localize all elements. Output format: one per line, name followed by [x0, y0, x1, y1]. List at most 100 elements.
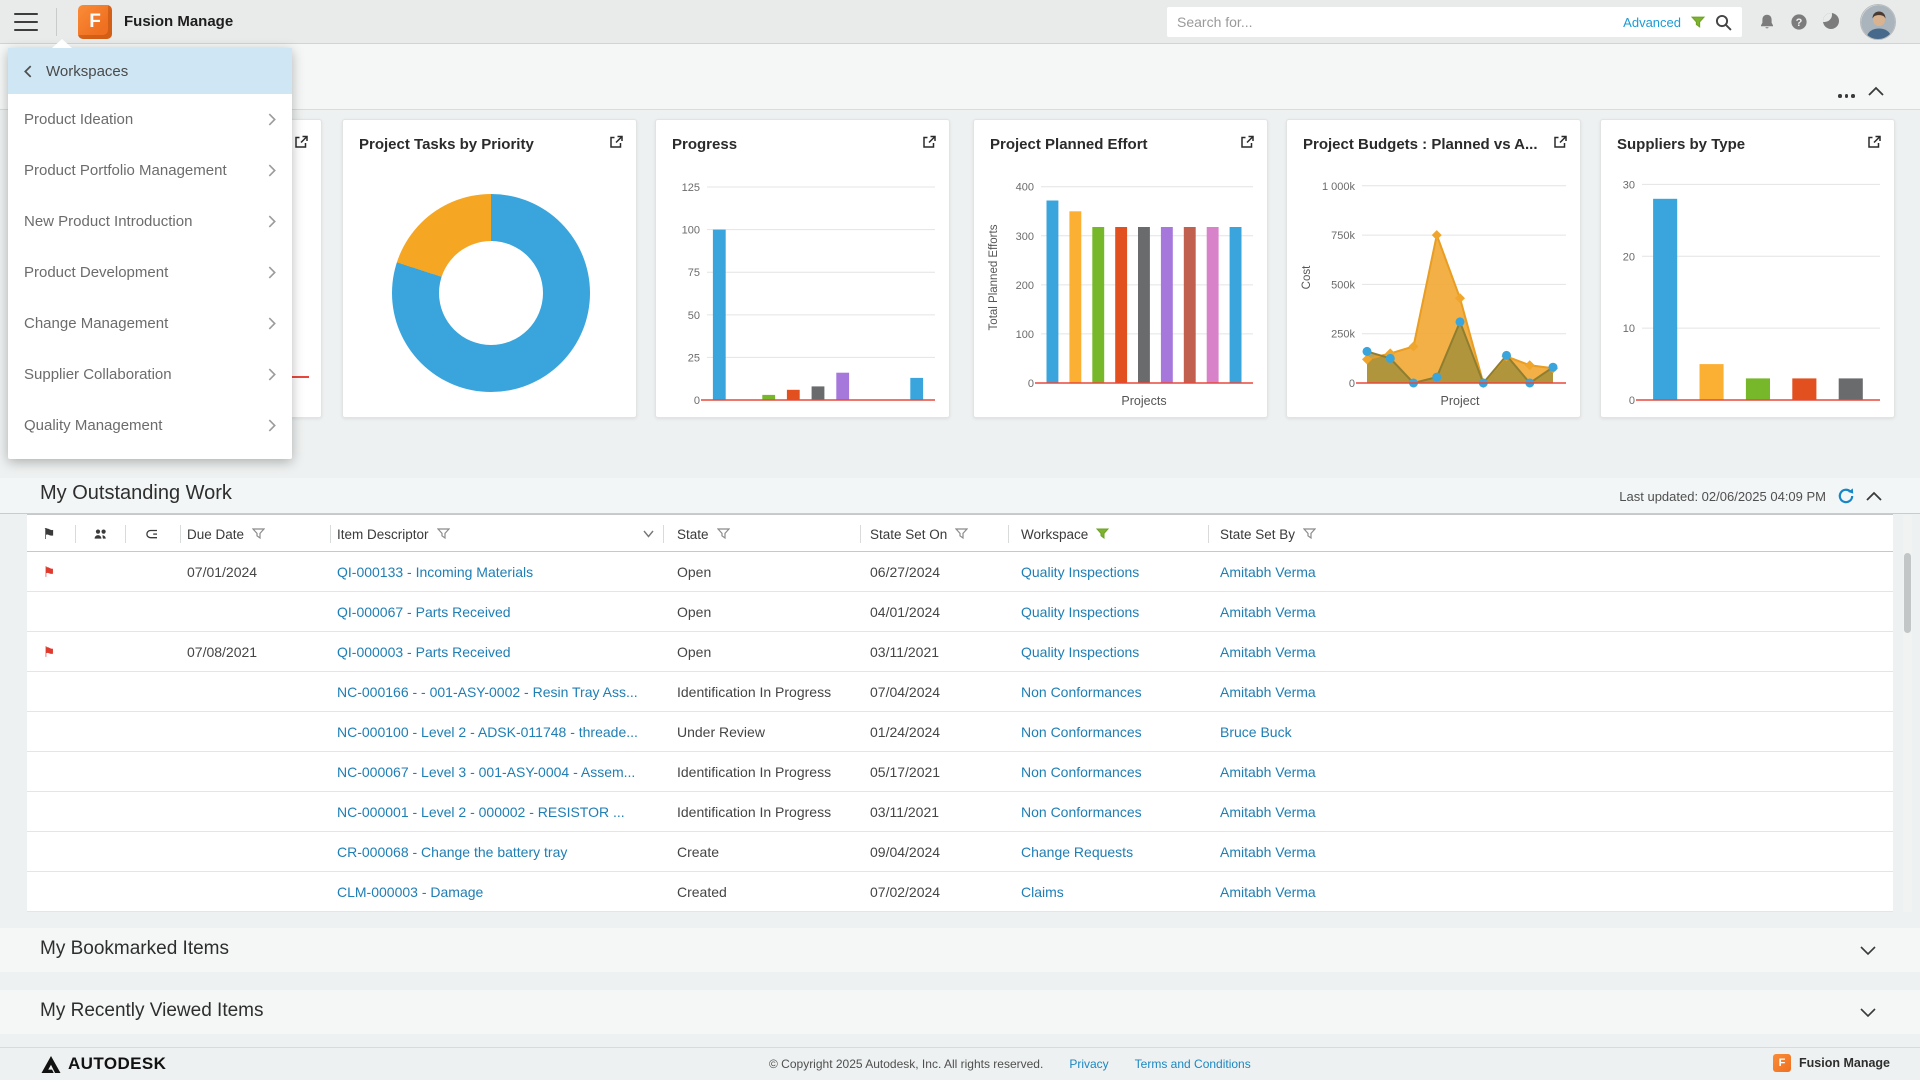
dashboard-more-icon[interactable]	[1834, 90, 1859, 102]
search-box[interactable]: Search for... Advanced	[1167, 7, 1742, 37]
filter-icon[interactable]	[437, 528, 450, 540]
column-state-set-by[interactable]: State Set By	[1220, 515, 1316, 553]
item-descriptor-link[interactable]: QI-000133 - Incoming Materials	[337, 552, 533, 592]
scrollbar-thumb[interactable]	[1904, 553, 1911, 633]
workspace-link[interactable]: Non Conformances	[1021, 672, 1142, 712]
column-item-descriptor[interactable]: Item Descriptor	[337, 515, 450, 553]
workspace-link[interactable]: Non Conformances	[1021, 792, 1142, 832]
menu-item-product-portfolio-management[interactable]: Product Portfolio Management	[8, 145, 292, 196]
menu-item-supplier-collaboration[interactable]: Supplier Collaboration	[8, 349, 292, 400]
due-date-cell: 07/01/2024	[187, 552, 257, 592]
item-descriptor-link[interactable]: QI-000067 - Parts Received	[337, 592, 511, 632]
main-menu-button[interactable]	[14, 13, 38, 31]
column-state-set-on[interactable]: State Set On	[870, 515, 968, 553]
state-set-by-link[interactable]: Amitabh Verma	[1220, 672, 1316, 712]
filter-icon[interactable]	[717, 528, 730, 540]
privacy-link[interactable]: Privacy	[1069, 1057, 1108, 1071]
state-cell: Open	[677, 592, 711, 632]
menu-item-product-ideation[interactable]: Product Ideation	[8, 94, 292, 145]
state-set-by-link[interactable]: Amitabh Verma	[1220, 792, 1316, 832]
flag-column-icon[interactable]: ⚑	[35, 515, 63, 553]
notifications-bell-icon[interactable]	[1758, 13, 1776, 31]
workspace-link[interactable]: Non Conformances	[1021, 712, 1142, 752]
table-row[interactable]: CLM-000003 - Damage Created 07/02/2024 C…	[27, 872, 1893, 912]
state-set-by-link[interactable]: Amitabh Verma	[1220, 872, 1316, 912]
advanced-filter-icon[interactable]	[1691, 16, 1705, 29]
state-set-by-link[interactable]: Amitabh Verma	[1220, 752, 1316, 792]
item-descriptor-link[interactable]: QI-000003 - Parts Received	[337, 632, 511, 672]
external-link-icon[interactable]	[1866, 134, 1882, 150]
external-link-icon[interactable]	[293, 134, 309, 150]
svg-text:75: 75	[688, 267, 700, 279]
user-avatar[interactable]	[1860, 4, 1896, 40]
state-set-by-link[interactable]: Amitabh Verma	[1220, 592, 1316, 632]
item-descriptor-link[interactable]: CR-000068 - Change the battery tray	[337, 832, 567, 872]
state-cell: Open	[677, 552, 711, 592]
state-column-icon[interactable]	[137, 515, 167, 553]
workspace-link[interactable]: Quality Inspections	[1021, 552, 1139, 592]
my-recently-viewed-items-section[interactable]: My Recently Viewed Items	[0, 990, 1920, 1034]
dark-mode-moon-icon[interactable]	[1823, 13, 1839, 29]
table-row[interactable]: NC-000166 - - 001-ASY-0002 - Resin Tray …	[27, 672, 1893, 712]
refresh-icon[interactable]	[1836, 486, 1856, 506]
external-link-icon[interactable]	[921, 134, 937, 150]
column-due-date[interactable]: Due Date	[187, 515, 265, 553]
workspace-link[interactable]: Change Requests	[1021, 832, 1133, 872]
svg-text:50: 50	[688, 310, 700, 322]
filter-icon[interactable]	[955, 528, 968, 540]
table-row[interactable]: QI-000067 - Parts Received Open 04/01/20…	[27, 592, 1893, 632]
table-row[interactable]: ⚑ 07/08/2021 QI-000003 - Parts Received …	[27, 632, 1893, 672]
table-row[interactable]: NC-000100 - Level 2 - ADSK-011748 - thre…	[27, 712, 1893, 752]
column-label: Workspace	[1021, 527, 1088, 542]
workspace-link[interactable]: Quality Inspections	[1021, 632, 1139, 672]
menu-item-new-product-introduction[interactable]: New Product Introduction	[8, 196, 292, 247]
menu-item-product-development[interactable]: Product Development	[8, 247, 292, 298]
workspaces-menu-header[interactable]: Workspaces	[8, 48, 292, 94]
workspace-link[interactable]: Quality Inspections	[1021, 592, 1139, 632]
workspace-link[interactable]: Non Conformances	[1021, 752, 1142, 792]
filter-icon[interactable]	[252, 528, 265, 540]
external-link-icon[interactable]	[1239, 134, 1255, 150]
item-descriptor-link[interactable]: NC-000100 - Level 2 - ADSK-011748 - thre…	[337, 712, 638, 752]
expand-chevron-icon[interactable]	[1860, 945, 1876, 956]
my-bookmarked-items-section[interactable]: My Bookmarked Items	[0, 928, 1920, 972]
table-row[interactable]: NC-000001 - Level 2 - 000002 - RESISTOR …	[27, 792, 1893, 832]
item-descriptor-link[interactable]: NC-000067 - Level 3 - 001-ASY-0004 - Ass…	[337, 752, 635, 792]
external-link-icon[interactable]	[1552, 134, 1568, 150]
svg-text:0: 0	[1629, 395, 1635, 407]
section-collapse-icon[interactable]	[1866, 491, 1882, 502]
table-row[interactable]: CR-000068 - Change the battery tray Crea…	[27, 832, 1893, 872]
search-icon[interactable]	[1715, 14, 1732, 31]
state-set-by-link[interactable]: Amitabh Verma	[1220, 832, 1316, 872]
workspace-link[interactable]: Claims	[1021, 872, 1064, 912]
external-link-icon[interactable]	[608, 134, 624, 150]
item-descriptor-link[interactable]: NC-000001 - Level 2 - 000002 - RESISTOR …	[337, 792, 625, 832]
terms-link[interactable]: Terms and Conditions	[1135, 1057, 1251, 1071]
expand-chevron-icon[interactable]	[1860, 1007, 1876, 1018]
chevron-right-icon	[268, 368, 276, 381]
dashboard-collapse-icon[interactable]	[1868, 86, 1884, 97]
table-scrollbar[interactable]	[1903, 515, 1912, 912]
svg-text:Cost: Cost	[1301, 265, 1313, 289]
filter-icon[interactable]	[1303, 528, 1316, 540]
item-descriptor-link[interactable]: CLM-000003 - Damage	[337, 872, 483, 912]
menu-item-change-management[interactable]: Change Management	[8, 298, 292, 349]
state-set-by-link[interactable]: Bruce Buck	[1220, 712, 1292, 752]
menu-item-quality-management[interactable]: Quality Management	[8, 400, 292, 451]
help-icon[interactable]: ?	[1790, 13, 1808, 31]
table-row[interactable]: NC-000067 - Level 3 - 001-ASY-0004 - Ass…	[27, 752, 1893, 792]
filter-icon-active[interactable]	[1096, 528, 1109, 540]
advanced-search-link[interactable]: Advanced	[1623, 15, 1681, 30]
column-state[interactable]: State	[677, 515, 730, 553]
state-set-by-link[interactable]: Amitabh Verma	[1220, 552, 1316, 592]
svg-text:1 000k: 1 000k	[1322, 181, 1356, 193]
column-workspace[interactable]: Workspace	[1021, 515, 1109, 553]
column-dropdown-icon[interactable]	[643, 530, 654, 538]
assignees-column-icon[interactable]	[85, 515, 115, 553]
item-descriptor-link[interactable]: NC-000166 - - 001-ASY-0002 - Resin Tray …	[337, 672, 638, 712]
state-cell: Identification In Progress	[677, 792, 831, 832]
svg-text:20: 20	[1623, 251, 1635, 263]
search-input[interactable]: Search for...	[1177, 14, 1252, 30]
state-set-by-link[interactable]: Amitabh Verma	[1220, 632, 1316, 672]
table-row[interactable]: ⚑ 07/01/2024 QI-000133 - Incoming Materi…	[27, 552, 1893, 592]
